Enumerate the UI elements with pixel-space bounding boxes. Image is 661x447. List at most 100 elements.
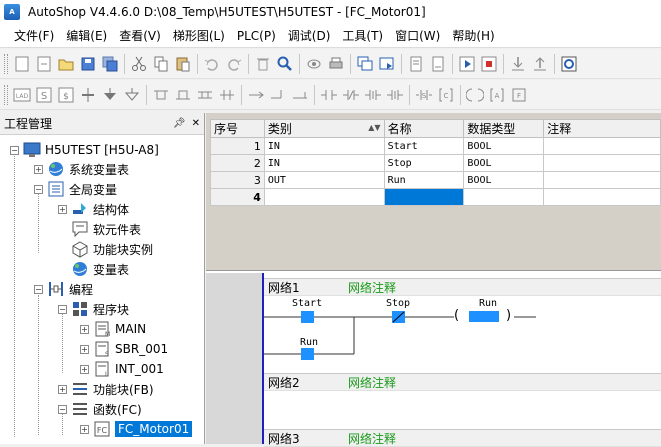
search-icon[interactable] xyxy=(274,53,296,75)
collapse-toggle[interactable]: − xyxy=(34,184,43,194)
tile-windows-icon[interactable] xyxy=(376,53,398,75)
compile-all-icon[interactable] xyxy=(427,53,449,75)
tree-item-system-vars[interactable]: + 系统变量表 xyxy=(34,159,129,179)
tree-item-int[interactable]: + I INT_001 xyxy=(80,359,164,379)
online-monitor-icon[interactable] xyxy=(558,53,580,75)
delete-line-icon[interactable] xyxy=(289,84,311,106)
sort-arrows-icon[interactable]: ▲▼ xyxy=(368,120,380,136)
cell-name[interactable]: Start xyxy=(383,137,465,155)
expand-toggle[interactable]: + xyxy=(80,344,89,354)
open-folder-icon[interactable] xyxy=(55,53,77,75)
cell-datatype[interactable] xyxy=(463,188,545,206)
tree-item-fb[interactable]: + 功能块(FB) xyxy=(58,379,154,399)
table-row[interactable]: 4 xyxy=(210,188,661,206)
cell-category[interactable]: OUT xyxy=(263,171,385,189)
table-row[interactable]: 3 OUT Run BOOL xyxy=(210,171,661,189)
menu-file[interactable]: 文件(F) xyxy=(8,24,60,48)
cell-datatype[interactable]: BOOL xyxy=(463,137,545,155)
cell-datatype[interactable]: BOOL xyxy=(463,171,545,189)
cell-comment[interactable] xyxy=(543,188,661,206)
nc-contact-icon[interactable] xyxy=(340,84,362,106)
stop-icon[interactable] xyxy=(478,53,500,75)
col-header-category[interactable]: 类别 ▲▼ xyxy=(263,119,385,138)
menu-tools[interactable]: 工具(T) xyxy=(336,24,389,48)
close-icon[interactable]: ✕ xyxy=(192,118,200,129)
cell-comment[interactable] xyxy=(543,154,661,172)
tree-item-struct[interactable]: + 结构体 xyxy=(58,199,129,219)
contact-run[interactable] xyxy=(301,348,314,360)
tree-item-fc[interactable]: − 函数(FC) xyxy=(58,399,142,419)
network-header[interactable]: 网络2 网络注释 xyxy=(264,373,661,391)
new-project-icon[interactable] xyxy=(11,53,33,75)
col-header-index[interactable]: 序号 xyxy=(210,119,265,138)
col-header-comment[interactable]: 注释 xyxy=(543,119,661,138)
collapse-toggle[interactable]: − xyxy=(58,304,67,314)
tree-item-programming[interactable]: − 编程 xyxy=(34,279,93,299)
tree-item-global-vars[interactable]: − 全局变量 xyxy=(34,179,117,199)
coil-run[interactable]: ( ) xyxy=(454,309,524,325)
menu-debug[interactable]: 调试(D) xyxy=(282,24,337,48)
undo-icon[interactable] xyxy=(201,53,223,75)
cell-name[interactable]: Run xyxy=(383,171,465,189)
expand-toggle[interactable]: + xyxy=(80,424,89,434)
arrow-down-filled-icon[interactable] xyxy=(99,84,121,106)
ladder-canvas[interactable]: 网络1 网络注释 Start Stop Run Run () 网络2 网络注释… xyxy=(262,273,661,447)
save-icon[interactable] xyxy=(77,53,99,75)
tree-item-var-table[interactable]: 变量表 xyxy=(71,259,129,279)
compile-icon[interactable] xyxy=(405,53,427,75)
collapse-toggle[interactable]: − xyxy=(34,284,43,294)
collapse-toggle[interactable]: − xyxy=(58,404,67,414)
menu-window[interactable]: 窗口(W) xyxy=(389,24,446,48)
cell-name[interactable]: Stop xyxy=(383,154,465,172)
network-header[interactable]: 网络1 网络注释 xyxy=(264,278,661,296)
copy-icon[interactable] xyxy=(150,53,172,75)
network-header[interactable]: 网络3 网络注释 xyxy=(264,429,661,447)
no-contact-icon[interactable] xyxy=(318,84,340,106)
tree-item-soft-elements[interactable]: 软元件表 xyxy=(71,219,141,239)
menu-view[interactable]: 查看(V) xyxy=(113,24,167,48)
branch-open-icon[interactable] xyxy=(150,84,172,106)
contact-stop-nc[interactable] xyxy=(392,311,405,323)
delete-icon[interactable] xyxy=(252,53,274,75)
set-coil-icon[interactable]: S xyxy=(413,84,435,106)
expand-toggle[interactable]: + xyxy=(80,364,89,374)
output-coil-icon[interactable] xyxy=(464,84,486,106)
sfc-mode-icon[interactable]: S xyxy=(33,84,55,106)
table-row[interactable]: 1 IN Start BOOL xyxy=(210,137,661,155)
menu-edit[interactable]: 编辑(E) xyxy=(60,24,113,48)
insert-row-icon[interactable] xyxy=(77,84,99,106)
cell-category[interactable]: IN xyxy=(263,137,385,155)
branch-parallel-icon[interactable] xyxy=(194,84,216,106)
ladder-mode-icon[interactable]: LAD xyxy=(11,84,33,106)
redo-icon[interactable] xyxy=(223,53,245,75)
save-all-icon[interactable] xyxy=(99,53,121,75)
tree-item-main[interactable]: + M MAIN xyxy=(80,319,146,339)
cell-name-selected[interactable] xyxy=(383,188,465,206)
rising-edge-icon[interactable] xyxy=(362,84,384,106)
instruction-list-icon[interactable]: $ xyxy=(55,84,77,106)
network-comment[interactable]: 网络注释 xyxy=(348,374,396,391)
monitor-icon[interactable] xyxy=(303,53,325,75)
cell-category[interactable] xyxy=(263,188,385,206)
tree-item-fc-motor[interactable]: + FC FC_Motor01 xyxy=(80,419,193,439)
toolbar-grip[interactable] xyxy=(4,53,8,74)
collapse-toggle[interactable]: − xyxy=(10,145,19,155)
tree-item-sbr[interactable]: + S SBR_001 xyxy=(80,339,168,359)
toolbar-grip[interactable] xyxy=(4,84,8,105)
branch-join-icon[interactable] xyxy=(216,84,238,106)
menu-ladder[interactable]: 梯形图(L) xyxy=(167,24,231,48)
col-header-name[interactable]: 名称 xyxy=(383,119,465,138)
falling-edge-icon[interactable] xyxy=(384,84,406,106)
contact-start[interactable] xyxy=(301,311,314,323)
download-icon[interactable] xyxy=(507,53,529,75)
function-block-icon[interactable]: A xyxy=(486,84,508,106)
expand-toggle[interactable]: + xyxy=(58,384,67,394)
cascade-windows-icon[interactable] xyxy=(354,53,376,75)
cell-category[interactable]: IN xyxy=(263,154,385,172)
print-icon[interactable] xyxy=(325,53,347,75)
instruction-box-icon[interactable]: F xyxy=(508,84,530,106)
expand-toggle[interactable]: + xyxy=(80,324,89,334)
expand-toggle[interactable]: + xyxy=(58,204,67,214)
cell-comment[interactable] xyxy=(543,137,661,155)
tree-project-root[interactable]: − H5UTEST [H5U-A8] xyxy=(10,140,159,160)
